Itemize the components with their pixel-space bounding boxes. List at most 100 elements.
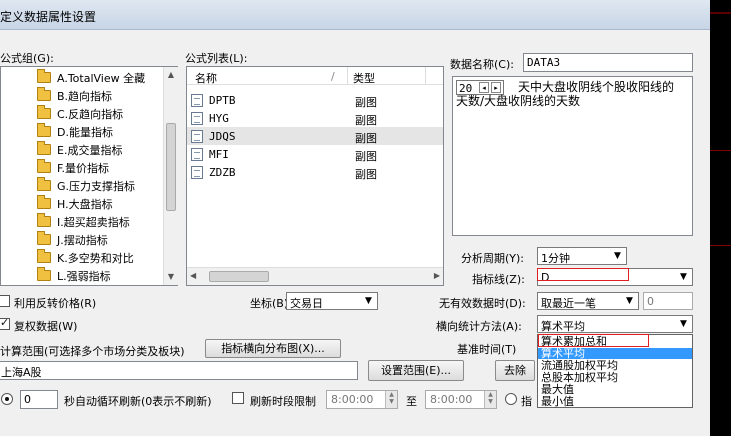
horizontal-stat-select[interactable]: 算术平均 ▼ xyxy=(537,315,693,333)
formula-group-label: 公式组(G): xyxy=(0,52,54,65)
chevron-down-icon[interactable]: ▼ xyxy=(611,250,624,262)
tree-item-label: F.量价指标 xyxy=(57,162,110,175)
restore-data-checkbox[interactable] xyxy=(0,316,10,330)
dropdown-option[interactable]: 最小值 xyxy=(538,396,692,407)
formula-doc-icon xyxy=(191,112,203,125)
tree-item-label: I.超买超卖指标 xyxy=(57,216,130,229)
time-from-spin[interactable]: ▲ ▼ xyxy=(385,391,397,408)
base-time-label: 基准时间(T) xyxy=(457,343,517,356)
scroll-up-arrow-icon[interactable]: ▲ xyxy=(164,67,178,83)
folder-icon xyxy=(37,231,51,245)
auto-refresh-radio[interactable] xyxy=(1,393,13,405)
formula-type: 副图 xyxy=(355,168,377,181)
dropdown-option[interactable]: 算术平均 xyxy=(538,348,692,359)
no-data-extra-value: 0 xyxy=(647,295,654,308)
formula-group-tree[interactable]: A.TotalView 全藏 B.趋向指标 C.反趋向指标 D.能量指标 E.成交量指标… xyxy=(0,66,178,286)
tree-item-label: J.摆动指标 xyxy=(57,234,108,247)
refresh-seconds-input[interactable]: 0 xyxy=(20,390,58,409)
chart-line xyxy=(710,150,731,151)
no-data-extra-input[interactable]: 0 xyxy=(643,292,693,310)
analysis-period-select[interactable]: 1分钟 ▼ xyxy=(537,247,627,265)
folder-icon xyxy=(37,69,51,83)
formula-list-header: 名称 / 类型 xyxy=(187,67,443,85)
tree-item-label: E.成交量指标 xyxy=(57,144,123,157)
data-name-value: DATA3 xyxy=(527,56,561,69)
specify-label: 指 xyxy=(521,395,532,408)
tree-vertical-scrollbar[interactable]: ▲ ▼ xyxy=(163,67,178,285)
refresh-limit-checkbox[interactable] xyxy=(232,392,244,404)
indicator-line-label: 指标线(Z): xyxy=(472,273,525,286)
tree-item-label: D.能量指标 xyxy=(57,126,113,139)
calc-range-label: 计算范围(可选择多个市场分类及板块) xyxy=(0,345,185,358)
analysis-period-value: 1分钟 xyxy=(541,252,570,265)
column-divider xyxy=(347,67,348,85)
folder-icon xyxy=(37,123,51,137)
coordinate-select[interactable]: 交易日 ▼ xyxy=(286,292,378,310)
error-highlight xyxy=(537,268,629,281)
formula-list[interactable]: 名称 / 类型 DPTB 副图 HYG 副图 JDQS 副图 MFI 副图 ZDZB 副图 ◀ ▶ xyxy=(186,66,444,286)
set-range-button[interactable]: 设置范围(E)... xyxy=(368,360,464,381)
to-label: 至 xyxy=(406,395,417,408)
formula-list-label: 公式列表(L): xyxy=(185,52,248,65)
time-to-value: 8:00:00 xyxy=(430,393,473,406)
formula-type: 副图 xyxy=(355,132,377,145)
chart-line xyxy=(710,12,731,14)
chevron-down-icon[interactable]: ▼ xyxy=(623,295,636,307)
formula-name: JDQS xyxy=(209,130,236,143)
table-row[interactable]: MFI 副图 xyxy=(187,145,443,163)
data-name-input[interactable]: DATA3 xyxy=(523,53,693,72)
scroll-down-arrow-icon[interactable]: ▼ xyxy=(164,269,178,285)
tree-item-label: H.大盘指标 xyxy=(57,198,113,211)
auto-refresh-label: 秒自动循环刷新(0表示不刷新) xyxy=(64,395,212,408)
remove-button[interactable]: 去除 xyxy=(495,360,535,381)
folder-icon xyxy=(37,177,51,191)
dropdown-option[interactable]: 总股本加权平均 xyxy=(538,372,692,383)
distribution-chart-button[interactable]: 指标横向分布图(X)... xyxy=(205,339,341,358)
horizontal-scroll-thumb[interactable] xyxy=(209,271,269,282)
scroll-left-arrow-icon[interactable]: ◀ xyxy=(190,271,196,280)
formula-type: 副图 xyxy=(355,150,377,163)
table-row[interactable]: DPTB 副图 xyxy=(187,91,443,109)
dropdown-option[interactable]: 最大值 xyxy=(538,384,692,395)
refresh-limit-label: 刷新时段限制 xyxy=(250,395,316,408)
folder-icon xyxy=(37,159,51,173)
table-row[interactable]: JDQS 副图 xyxy=(187,127,443,145)
error-highlight xyxy=(538,334,649,347)
column-divider xyxy=(425,67,426,85)
folder-icon xyxy=(37,267,51,281)
scroll-right-arrow-icon[interactable]: ▶ xyxy=(434,271,440,280)
reverse-price-checkbox[interactable] xyxy=(0,295,10,307)
column-name[interactable]: 名称 xyxy=(195,70,217,86)
restore-data-label: 复权数据(W) xyxy=(14,320,78,333)
tree-item-label: C.反趋向指标 xyxy=(57,108,124,121)
dropdown-option[interactable]: 流通股加权平均 xyxy=(538,360,692,371)
title-bar: 定义数据属性设置 xyxy=(0,0,710,30)
formula-name: MFI xyxy=(209,148,229,161)
table-row[interactable]: HYG 副图 xyxy=(187,109,443,127)
tree-item-label: K.多空势和对比 xyxy=(57,252,134,265)
folder-icon xyxy=(37,213,51,227)
specify-radio[interactable] xyxy=(505,393,517,405)
time-to-input[interactable]: 8:00:00 ▲ ▼ xyxy=(425,390,497,409)
chevron-down-icon[interactable]: ▼ xyxy=(362,295,375,307)
no-data-select[interactable]: 取最近一笔 ▼ xyxy=(537,292,639,310)
scroll-thumb[interactable] xyxy=(166,123,176,211)
column-type[interactable]: 类型 xyxy=(353,70,375,86)
window-title: 定义数据属性设置 xyxy=(0,10,97,24)
time-to-spin[interactable]: ▲ ▼ xyxy=(484,391,496,408)
formula-type: 副图 xyxy=(355,96,377,109)
no-data-value: 取最近一笔 xyxy=(541,297,596,310)
list-horizontal-scrollbar[interactable]: ◀ ▶ xyxy=(187,267,443,285)
formula-doc-icon xyxy=(191,148,203,161)
tree-item-label: A.TotalView 全藏 xyxy=(57,72,146,85)
folder-icon xyxy=(37,105,51,119)
folder-icon xyxy=(37,249,51,263)
time-from-input[interactable]: 8:00:00 ▲ ▼ xyxy=(326,390,398,409)
chevron-down-icon[interactable]: ▼ xyxy=(677,318,690,330)
description-area[interactable]: 20 ◂ ▸ 天中大盘收阴线个股收阳线的天数/大盘收阴线的天数 xyxy=(452,76,693,236)
table-row[interactable]: ZDZB 副图 xyxy=(187,163,443,181)
chevron-down-icon[interactable]: ▼ xyxy=(677,271,690,283)
calc-range-field[interactable]: 上海A股 xyxy=(0,361,358,380)
background-chart-strip xyxy=(710,0,731,436)
coordinate-value: 交易日 xyxy=(290,297,323,310)
